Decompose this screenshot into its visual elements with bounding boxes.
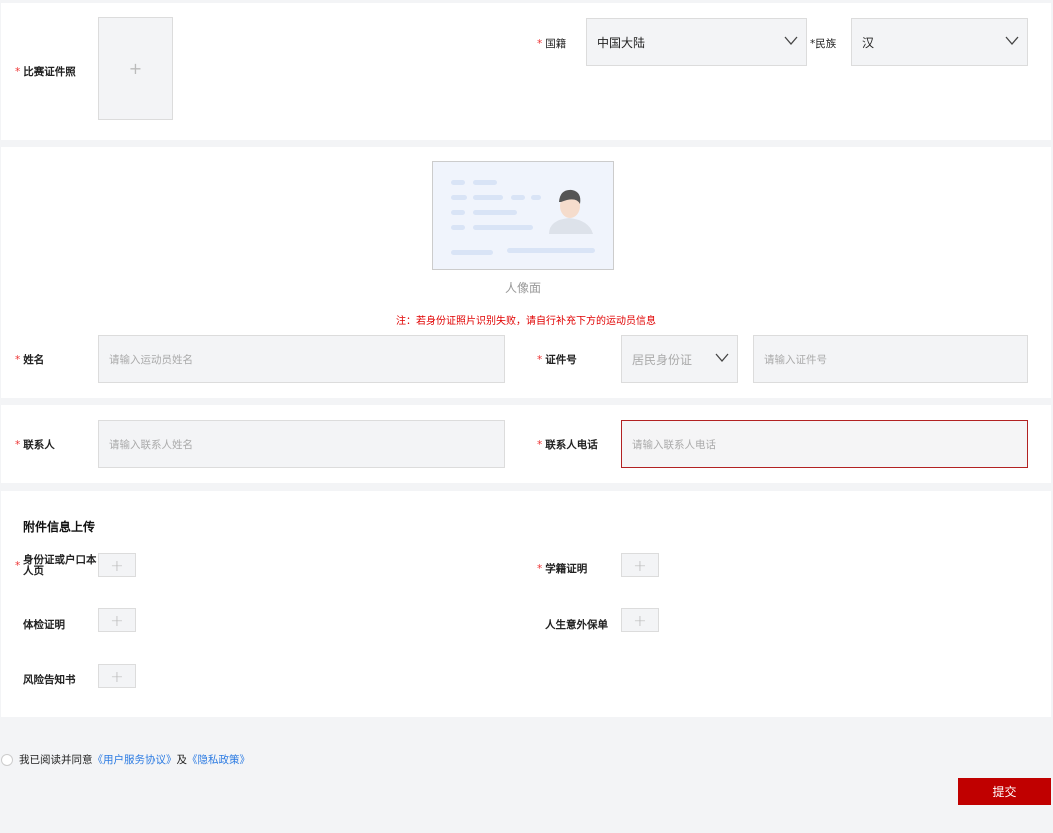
idno-input[interactable]: 请输入证件号 — [753, 335, 1028, 383]
upload-id-button[interactable]: + — [98, 553, 136, 577]
attachment-label-id: * 身份证或户口本人页 — [15, 554, 97, 577]
photo-nationality-card: * 比赛证件照 + * 国籍 中国大陆 *民族 汉 — [1, 3, 1051, 140]
attachment-label-insurance: 人生意外保单 — [545, 619, 608, 631]
attachment-label-school: * 学籍证明 — [537, 563, 588, 575]
submit-button[interactable]: 提交 — [958, 778, 1051, 805]
upload-risk-button[interactable]: + — [98, 664, 136, 688]
id-face-label: 人像面 — [504, 281, 541, 295]
upload-health-button[interactable]: + — [98, 608, 136, 632]
chevron-down-icon — [1005, 36, 1019, 45]
id-type-select[interactable]: 居民身份证 — [621, 335, 738, 383]
plus-icon: + — [633, 610, 647, 630]
contact-label: * 联系人 — [15, 439, 55, 451]
contact-card: * 联系人 请输入联系人姓名 * 联系人电话 请输入联系人电话 — [1, 405, 1051, 483]
nationality-label: * 国籍 — [537, 38, 567, 50]
attachment-label-risk: 风险告知书 — [23, 674, 76, 686]
upload-insurance-button[interactable]: + — [621, 608, 659, 632]
name-input[interactable]: 请输入运动员姓名 — [98, 335, 505, 383]
agreement: 我已阅读并同意 《用户服务协议》 及 《隐私政策》 — [1, 752, 250, 767]
id-card-illustration-icon — [451, 180, 595, 255]
attachment-label-health: 体检证明 — [23, 619, 65, 631]
nationality-select[interactable]: 中国大陆 — [586, 18, 807, 66]
phone-input[interactable]: 请输入联系人电话 — [621, 420, 1028, 468]
idno-label: * 证件号 — [537, 354, 577, 366]
ocr-note: 注：若身份证照片识别失败，请自行补充下方的运动员信息 — [396, 316, 656, 327]
attachments-title: 附件信息上传 — [23, 520, 96, 534]
user-agreement-link[interactable]: 《用户服务协议》 — [93, 752, 177, 767]
ethnicity-label: *民族 — [810, 38, 837, 50]
plus-icon: + — [110, 610, 124, 630]
contact-input[interactable]: 请输入联系人姓名 — [98, 420, 505, 468]
plus-icon: + — [110, 666, 124, 686]
ethnicity-select[interactable]: 汉 — [851, 18, 1028, 66]
id-face-upload[interactable] — [432, 161, 614, 270]
agreement-checkbox[interactable] — [1, 753, 13, 766]
upload-school-button[interactable]: + — [621, 553, 659, 577]
id-info-card: 人像面 注：若身份证照片识别失败，请自行补充下方的运动员信息 * 姓名 请输入运动… — [1, 147, 1051, 398]
phone-label: * 联系人电话 — [537, 439, 598, 451]
attachments-card: 附件信息上传 * 身份证或户口本人页 + * 学籍证明 + 体检证明 + 人生意外保… — [1, 491, 1051, 717]
photo-label: * 比赛证件照 — [15, 66, 76, 78]
plus-icon: + — [110, 555, 124, 575]
name-label: * 姓名 — [15, 354, 45, 366]
plus-icon: + — [128, 59, 143, 78]
photo-upload[interactable]: + — [98, 17, 173, 120]
plus-icon: + — [633, 555, 647, 575]
privacy-policy-link[interactable]: 《隐私政策》 — [187, 752, 250, 767]
chevron-down-icon — [715, 353, 729, 362]
chevron-down-icon — [784, 36, 798, 45]
